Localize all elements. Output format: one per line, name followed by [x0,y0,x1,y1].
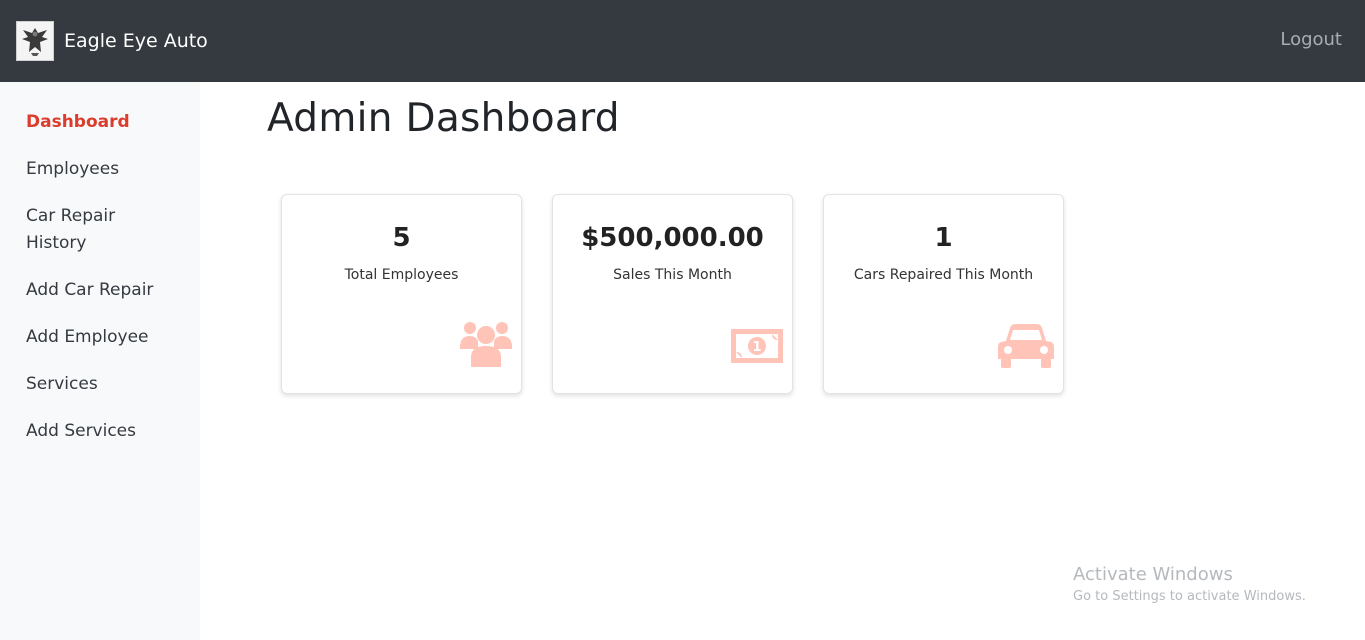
top-navbar: Eagle Eye Auto Logout [0,0,1365,82]
money-bill-icon: 1 [730,328,784,368]
sidebar: Dashboard Employees Car Repair History A… [0,82,200,640]
stat-value: 5 [392,223,411,253]
sidebar-item-add-car-repair[interactable]: Add Car Repair [26,277,176,304]
users-icon [459,319,513,373]
eagle-logo-icon [16,21,54,61]
watermark-subtitle: Go to Settings to activate Windows. [1073,589,1306,604]
sidebar-item-car-repair-history[interactable]: Car Repair History [26,203,176,257]
sidebar-item-add-services[interactable]: Add Services [26,418,176,445]
stat-value: 1 [934,223,953,253]
stat-value: $500,000.00 [581,223,764,253]
brand-link[interactable]: Eagle Eye Auto [16,21,208,61]
stat-label: Total Employees [344,267,459,283]
car-icon [997,322,1055,374]
brand-name: Eagle Eye Auto [64,30,208,52]
stat-label: Sales This Month [613,267,732,283]
stat-card-cars-repaired: 1 Cars Repaired This Month [823,194,1064,394]
stat-label: Cars Repaired This Month [853,267,1034,283]
logout-link[interactable]: Logout [1280,29,1342,50]
sidebar-item-dashboard[interactable]: Dashboard [26,109,176,136]
activate-windows-watermark: Activate Windows Go to Settings to activ… [1073,563,1306,607]
sidebar-item-add-employee[interactable]: Add Employee [26,324,176,351]
sidebar-item-services[interactable]: Services [26,371,176,398]
page-title: Admin Dashboard [267,96,620,141]
svg-text:1: 1 [752,340,761,355]
watermark-title: Activate Windows [1073,564,1233,585]
stat-card-employees: 5 Total Employees [281,194,522,394]
stat-card-sales: $500,000.00 Sales This Month 1 [552,194,793,394]
sidebar-item-employees[interactable]: Employees [26,156,176,183]
